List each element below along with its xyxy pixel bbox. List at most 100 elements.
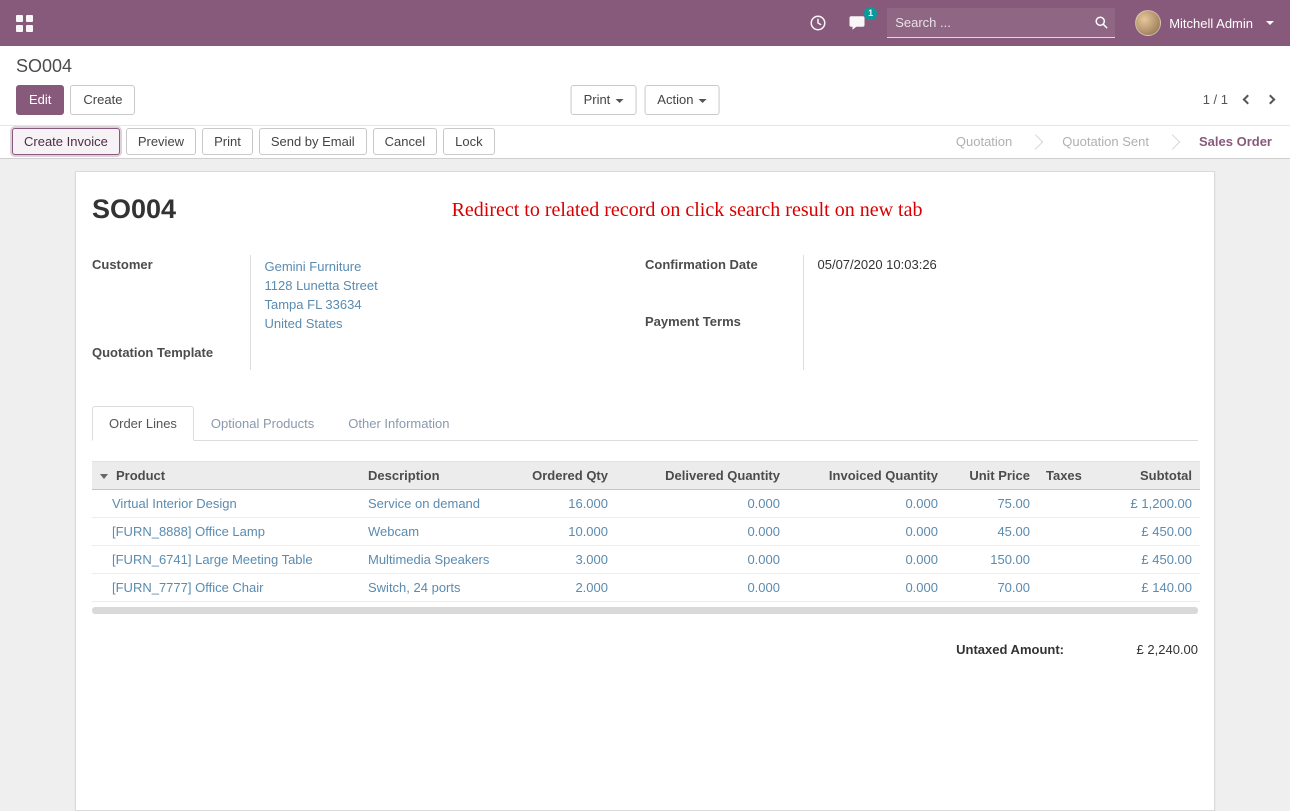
ordered-qty-cell: 10.000 [516, 517, 616, 545]
apps-menu-icon[interactable] [16, 15, 33, 32]
customer-label: Customer [92, 255, 250, 343]
taxes-cell [1038, 545, 1108, 573]
column-header-taxes[interactable]: Taxes [1038, 461, 1108, 489]
customer-city[interactable]: Tampa FL 33634 [265, 295, 646, 314]
subtotal-cell: £ 140.00 [1108, 573, 1200, 601]
tab-order-lines[interactable]: Order Lines [92, 406, 194, 441]
chevron-down-icon [1266, 21, 1274, 25]
invoiced-qty-cell: 0.000 [788, 489, 946, 517]
cancel-button[interactable]: Cancel [373, 128, 437, 156]
column-header-subtotal[interactable]: Subtotal [1108, 461, 1200, 489]
description-link[interactable]: Switch, 24 ports [368, 580, 461, 595]
column-header-product[interactable]: Product [92, 461, 360, 489]
payment-terms-label: Payment Terms [645, 312, 803, 370]
quotation-template-value[interactable] [250, 343, 645, 370]
confirmation-date-label: Confirmation Date [645, 255, 803, 313]
notebook-tabs: Order Lines Optional Products Other Info… [92, 406, 1198, 441]
column-header-delivered-quantity[interactable]: Delivered Quantity [616, 461, 788, 489]
confirmation-date-value: 05/07/2020 10:03:26 [803, 255, 1198, 313]
search-magnifier-icon[interactable] [1094, 15, 1109, 30]
invoiced-qty-cell: 0.000 [788, 545, 946, 573]
description-link[interactable]: Webcam [368, 524, 419, 539]
taxes-cell [1038, 517, 1108, 545]
state-quotation[interactable]: Quotation [938, 126, 1030, 158]
unit-price-cell: 75.00 [946, 489, 1038, 517]
chevron-down-icon [615, 99, 623, 103]
delivered-qty-cell: 0.000 [616, 573, 788, 601]
preview-button[interactable]: Preview [126, 128, 196, 156]
tab-optional-products[interactable]: Optional Products [194, 406, 331, 441]
chevron-separator-icon [1030, 126, 1044, 158]
action-menu-label: Action [657, 92, 693, 107]
global-search [887, 8, 1115, 38]
delivered-qty-cell: 0.000 [616, 545, 788, 573]
unit-price-cell: 45.00 [946, 517, 1038, 545]
user-avatar [1135, 10, 1161, 36]
subtotal-cell: £ 450.00 [1108, 545, 1200, 573]
customer-street[interactable]: 1128 Lunetta Street [265, 276, 646, 295]
form-view: SO004 Redirect to related record on clic… [0, 159, 1290, 811]
column-header-unit-price[interactable]: Unit Price [946, 461, 1038, 489]
column-header-invoiced-quantity[interactable]: Invoiced Quantity [788, 461, 946, 489]
create-invoice-button[interactable]: Create Invoice [12, 128, 120, 156]
edit-button[interactable]: Edit [16, 85, 64, 115]
messages-badge: 1 [864, 7, 877, 20]
taxes-cell [1038, 573, 1108, 601]
annotation-text: Redirect to related record on click sear… [176, 194, 1198, 222]
search-input[interactable] [893, 14, 1094, 31]
subtotal-cell: £ 1,200.00 [1108, 489, 1200, 517]
print-menu-button[interactable]: Print [571, 85, 637, 115]
breadcrumb: SO004 [16, 56, 72, 76]
state-quotation-sent[interactable]: Quotation Sent [1044, 126, 1167, 158]
unit-price-cell: 150.00 [946, 545, 1038, 573]
record-title: SO004 [92, 194, 176, 225]
user-name: Mitchell Admin [1169, 16, 1253, 31]
horizontal-scrollbar[interactable] [92, 607, 1198, 614]
print-menu-label: Print [584, 92, 611, 107]
untaxed-amount-value: £ 2,240.00 [1108, 642, 1198, 657]
tab-other-information[interactable]: Other Information [331, 406, 466, 441]
pager-value[interactable]: 1 / 1 [1203, 92, 1228, 107]
column-header-product-label: Product [116, 468, 165, 483]
activities-clock-icon[interactable] [809, 14, 827, 32]
top-navbar: 1 Mitchell Admin [0, 0, 1290, 46]
action-menu-button[interactable]: Action [644, 85, 719, 115]
sort-desc-icon [100, 474, 108, 479]
taxes-cell [1038, 489, 1108, 517]
pager-previous-icon[interactable] [1243, 95, 1253, 105]
state-sales-order[interactable]: Sales Order [1181, 126, 1290, 158]
customer-country[interactable]: United States [265, 314, 646, 333]
payment-terms-value[interactable] [803, 312, 1198, 370]
lock-button[interactable]: Lock [443, 128, 494, 156]
send-by-email-button[interactable]: Send by Email [259, 128, 367, 156]
table-row[interactable]: [FURN_6741] Large Meeting Table Multimed… [92, 545, 1200, 573]
status-pipeline: Quotation Quotation Sent Sales Order [938, 126, 1290, 158]
form-sheet: SO004 Redirect to related record on clic… [75, 171, 1215, 811]
description-link[interactable]: Multimedia Speakers [368, 552, 489, 567]
print-button[interactable]: Print [202, 128, 253, 156]
messages-chat-icon[interactable]: 1 [847, 14, 867, 32]
invoiced-qty-cell: 0.000 [788, 517, 946, 545]
product-link[interactable]: [FURN_6741] Large Meeting Table [112, 552, 313, 567]
table-header-row: Product Description Ordered Qty Delivere… [92, 461, 1200, 489]
product-link[interactable]: [FURN_8888] Office Lamp [112, 524, 265, 539]
customer-link[interactable]: Gemini Furniture [265, 257, 646, 276]
user-menu[interactable]: Mitchell Admin [1135, 10, 1274, 36]
chevron-down-icon [698, 99, 706, 103]
quotation-template-label: Quotation Template [92, 343, 250, 370]
description-link[interactable]: Service on demand [368, 496, 480, 511]
column-header-description[interactable]: Description [360, 461, 516, 489]
invoiced-qty-cell: 0.000 [788, 573, 946, 601]
column-header-ordered-qty[interactable]: Ordered Qty [516, 461, 616, 489]
product-link[interactable]: Virtual Interior Design [112, 496, 237, 511]
table-row[interactable]: Virtual Interior Design Service on deman… [92, 489, 1200, 517]
untaxed-amount-label: Untaxed Amount: [956, 642, 1064, 657]
ordered-qty-cell: 16.000 [516, 489, 616, 517]
table-row[interactable]: [FURN_7777] Office Chair Switch, 24 port… [92, 573, 1200, 601]
order-lines-table: Product Description Ordered Qty Delivere… [92, 461, 1200, 602]
pager-next-icon[interactable] [1266, 95, 1276, 105]
create-button[interactable]: Create [70, 85, 135, 115]
chevron-separator-icon [1167, 126, 1181, 158]
table-row[interactable]: [FURN_8888] Office Lamp Webcam 10.000 0.… [92, 517, 1200, 545]
product-link[interactable]: [FURN_7777] Office Chair [112, 580, 264, 595]
